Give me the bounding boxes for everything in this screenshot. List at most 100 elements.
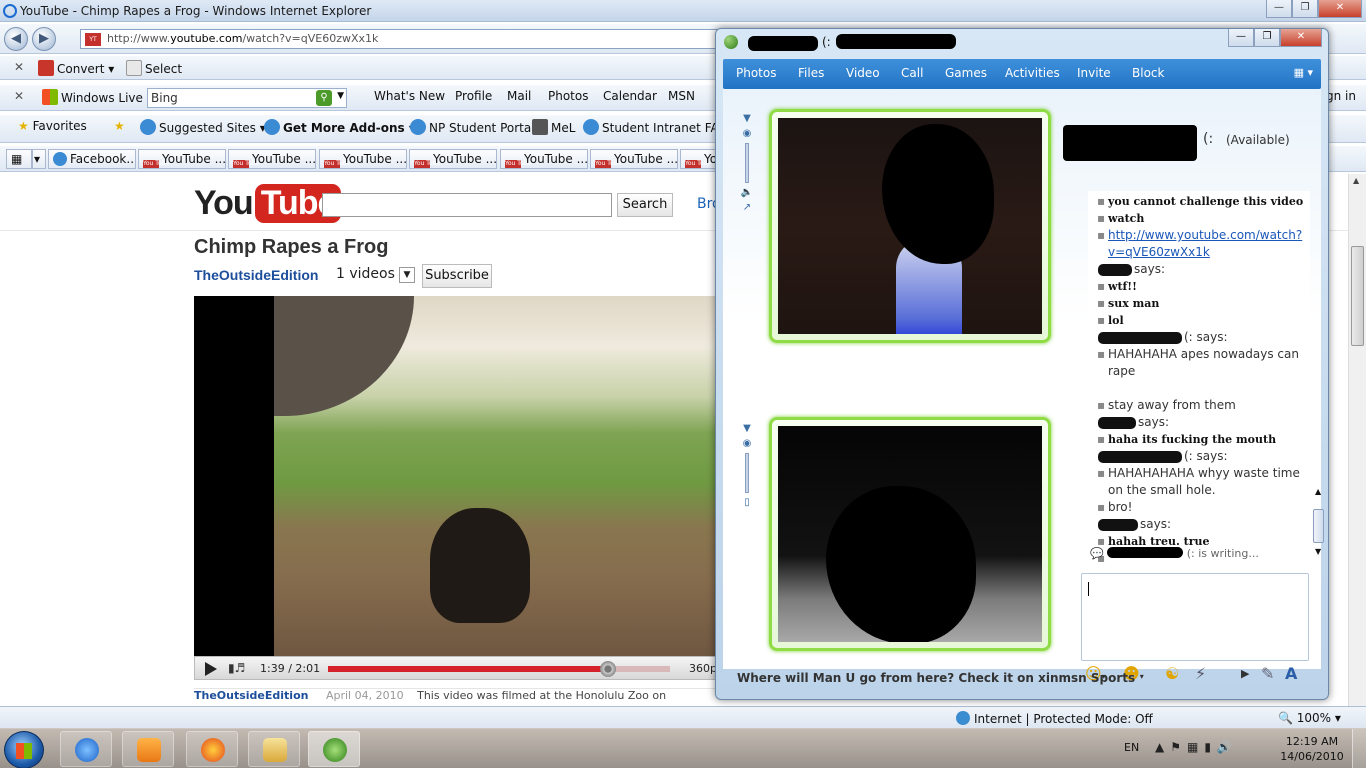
maximize-button[interactable]: ❐ — [1292, 0, 1318, 18]
sponsored-text[interactable]: Where will Man U go from here? Check it … — [737, 671, 1135, 685]
chevron-down-icon[interactable]: ▼ — [337, 91, 344, 101]
intranet-faq-link[interactable]: Student Intranet FAQ — [583, 119, 728, 135]
mel-link[interactable]: MeL — [532, 119, 575, 135]
chat-scrollbar[interactable]: ▲ ▼ — [1313, 191, 1325, 609]
windows-live-button[interactable]: Windows Live — [42, 89, 143, 105]
channel-link[interactable]: TheOutsideEdition — [194, 267, 318, 283]
convert-button[interactable]: Convert ▾ — [38, 60, 114, 76]
tab-youtube-1[interactable]: You TubeYouTube ... — [138, 149, 226, 169]
security-zone[interactable]: Internet | Protected Mode: Off — [956, 711, 1153, 726]
close-toolbar-icon[interactable]: ✕ — [14, 60, 24, 74]
subscribe-button[interactable]: Subscribe — [422, 264, 492, 288]
menu-photos[interactable]: Photos — [736, 66, 776, 80]
volume-icon[interactable]: ▮♬ — [228, 661, 245, 675]
tab-youtube-6[interactable]: You TubeYouTube ... — [590, 149, 678, 169]
chevron-down-icon[interactable]: ▼ — [739, 113, 755, 124]
bing-search-input[interactable]: Bing ⚲ ▼ — [147, 88, 347, 108]
close-button[interactable]: ✕ — [1318, 0, 1362, 18]
chat-scrollbar-thumb[interactable] — [1313, 509, 1324, 543]
menu-invite[interactable]: Invite — [1077, 66, 1111, 80]
message-input[interactable] — [1081, 573, 1309, 661]
suggested-sites-button[interactable]: Suggested Sites ▾ — [140, 119, 266, 135]
nudge-icon[interactable]: ⚡ — [1195, 664, 1206, 683]
system-tray-icons[interactable]: ▲⚑▦▮🔊 — [1155, 740, 1238, 754]
clock[interactable]: 12:19 AM 14/06/2010 — [1280, 734, 1344, 764]
address-bar[interactable]: YT http://www.youtube.com/watch?v=qVE60z… — [80, 29, 720, 49]
speaker-icon[interactable]: 🔈 — [739, 187, 755, 198]
video-player[interactable] — [194, 296, 716, 656]
back-button[interactable]: ◀ — [4, 27, 28, 51]
animated-emoticon-icon[interactable]: ☯ — [1165, 664, 1179, 683]
youtube-search-input[interactable] — [322, 193, 612, 217]
menu-files[interactable]: Files — [798, 66, 824, 80]
tab-youtube-3[interactable]: You TubeYouTube ... — [319, 149, 407, 169]
play-icon[interactable] — [205, 662, 217, 676]
info-author[interactable]: TheOutsideEdition — [194, 689, 308, 702]
taskbar-explorer[interactable] — [248, 731, 300, 767]
link-msn[interactable]: MSN — [668, 89, 695, 103]
tab-facebook[interactable]: Facebook... — [48, 149, 136, 169]
progress-bar[interactable] — [328, 661, 670, 677]
more-arrow-icon[interactable]: ▶ — [1241, 667, 1249, 680]
webcam-icon[interactable]: ◉ — [739, 438, 755, 449]
close-toolbar-icon[interactable]: ✕ — [14, 89, 24, 103]
menu-block[interactable]: Block — [1132, 66, 1164, 80]
microphone-icon[interactable]: ▯ — [739, 497, 755, 508]
start-button[interactable] — [4, 731, 44, 768]
sign-in-link[interactable]: gn in — [1326, 89, 1356, 103]
show-desktop-button[interactable] — [1352, 729, 1366, 768]
search-go-icon[interactable]: ⚲ — [316, 90, 332, 106]
videos-count-dropdown[interactable]: 1 videos ▼ — [336, 266, 415, 283]
mic-slider[interactable] — [745, 453, 749, 493]
popout-icon[interactable]: ↗ — [739, 202, 755, 213]
chat-message-line[interactable]: ▪v=qVE60zwXx1k — [1088, 244, 1308, 261]
taskbar-media-player[interactable] — [122, 731, 174, 767]
youtube-logo[interactable]: You Tube — [194, 184, 342, 223]
close-button[interactable]: ✕ — [1280, 29, 1322, 47]
tab-youtube-4[interactable]: You TubeYouTube ... — [409, 149, 497, 169]
link-profile[interactable]: Profile — [455, 89, 492, 103]
youtube-search-button[interactable]: Search — [617, 193, 673, 217]
tab-youtube-2[interactable]: You TubeYouTube ... — [228, 149, 316, 169]
menu-activities[interactable]: Activities — [1005, 66, 1060, 80]
page-scrollbar[interactable]: ▲ — [1348, 174, 1366, 706]
taskbar-messenger[interactable] — [308, 731, 360, 767]
volume-slider[interactable] — [745, 143, 749, 183]
font-icon[interactable]: A — [1285, 664, 1297, 683]
link-calendar[interactable]: Calendar — [603, 89, 657, 103]
favorites-button[interactable]: ★ Favorites — [18, 119, 87, 133]
get-addons-button[interactable]: Get More Add-ons ▾ — [264, 119, 415, 135]
menu-call[interactable]: Call — [901, 66, 923, 80]
minimize-button[interactable]: — — [1266, 0, 1292, 18]
menu-video[interactable]: Video — [846, 66, 880, 80]
zoom-level[interactable]: 🔍 100% ▾ — [1278, 711, 1341, 725]
quality-button[interactable]: 360p — [689, 662, 717, 675]
scroll-down-icon[interactable]: ▼ — [1315, 547, 1321, 556]
tab-list-chevron-icon[interactable]: ▾ — [32, 149, 46, 169]
add-favorite-icon[interactable]: ★ — [114, 119, 125, 133]
tab-youtube-7[interactable]: You TubeYo — [680, 149, 716, 169]
np-portal-link[interactable]: NP Student Portal — [410, 119, 535, 135]
options-menu-icon[interactable]: ▦ ▾ — [1294, 66, 1313, 79]
link-photos[interactable]: Photos — [548, 89, 588, 103]
maximize-button[interactable]: ❐ — [1254, 29, 1280, 47]
webcam-icon[interactable]: ◉ — [739, 128, 755, 139]
taskbar-ie[interactable] — [60, 731, 112, 767]
link-whats-new[interactable]: What's New — [374, 89, 445, 103]
minimize-button[interactable]: — — [1228, 29, 1254, 47]
chevron-down-icon[interactable]: ▼ — [739, 423, 755, 434]
quick-tabs-icon[interactable]: ▦ — [6, 149, 32, 169]
taskbar-firefox[interactable] — [186, 731, 238, 767]
select-button[interactable]: Select — [126, 60, 182, 76]
scroll-up-icon[interactable]: ▲ — [1315, 487, 1321, 496]
scroll-up-icon[interactable]: ▲ — [1353, 176, 1359, 185]
link-mail[interactable]: Mail — [507, 89, 531, 103]
chat-message-line[interactable]: ▪ http://www.youtube.com/watch? — [1088, 227, 1308, 244]
progress-knob[interactable] — [599, 661, 616, 677]
menu-games[interactable]: Games — [945, 66, 987, 80]
tab-youtube-5[interactable]: You TubeYouTube ... — [500, 149, 588, 169]
language-indicator[interactable]: EN — [1124, 741, 1139, 754]
forward-button[interactable]: ▶ — [32, 27, 56, 51]
chevron-down-icon[interactable]: ▼ — [398, 267, 415, 283]
handwriting-icon[interactable]: ✎ — [1261, 664, 1274, 683]
